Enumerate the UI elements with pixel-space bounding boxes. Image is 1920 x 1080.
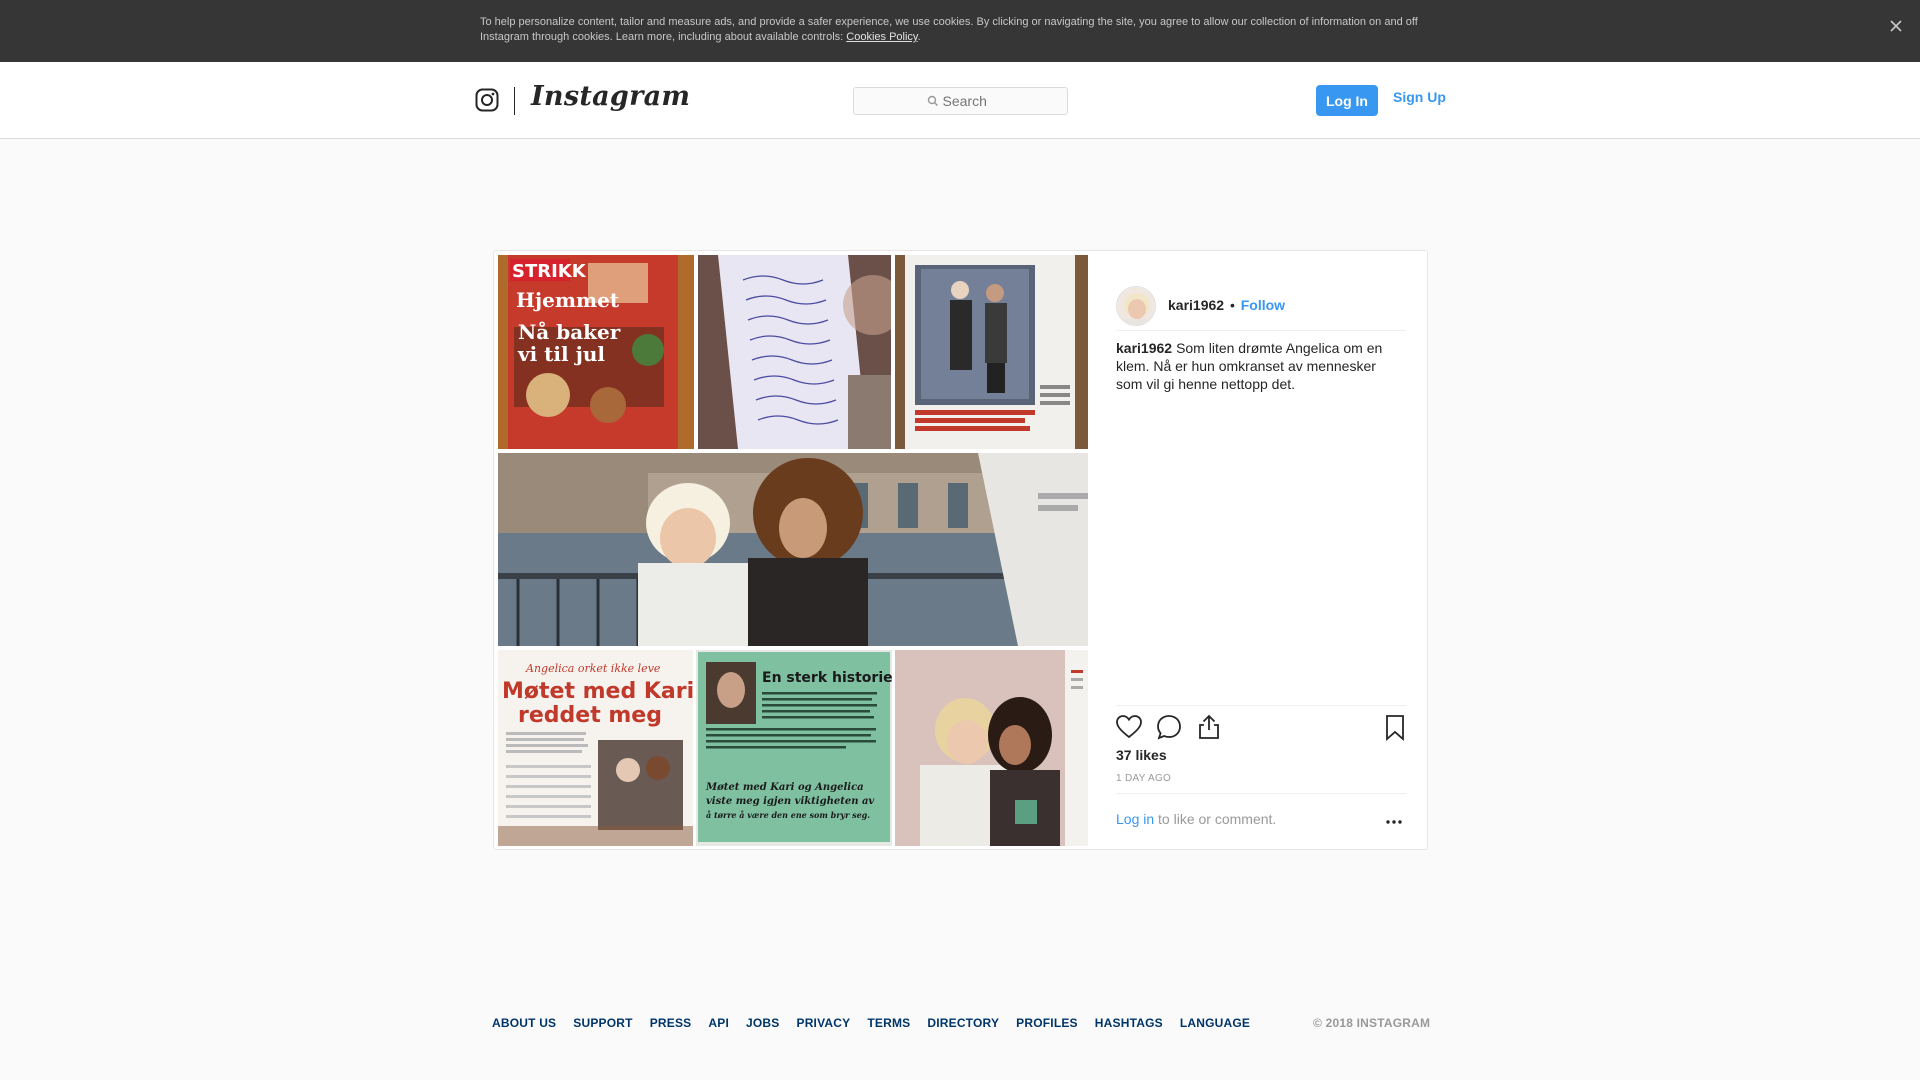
article-headline-photo: Angelica orket ikke leve Møtet med Kari …: [498, 650, 693, 846]
quote-line-1: Møtet med Kari og Angelica: [705, 782, 864, 793]
comment-divider: [1116, 793, 1406, 794]
bookmark-icon[interactable]: [1381, 713, 1409, 741]
avatar[interactable]: [1116, 286, 1156, 326]
post-sidebar: kari1962 • Follow kari1962 Som liten drøm…: [1116, 251, 1406, 851]
comment-icon[interactable]: [1155, 713, 1183, 741]
magazine-spread-photo: [895, 255, 1088, 449]
top-navbar: Instagram Log In Sign Up: [0, 62, 1920, 139]
signup-link[interactable]: Sign Up: [1393, 89, 1446, 105]
footer-link-jobs[interactable]: JOBS: [746, 1016, 779, 1030]
search-icon: [927, 95, 938, 107]
copyright: © 2018 INSTAGRAM: [1313, 1016, 1431, 1030]
heart-icon[interactable]: [1115, 713, 1143, 741]
footer-link-api[interactable]: API: [708, 1016, 729, 1030]
cookies-policy-link[interactable]: Cookies Policy: [846, 31, 917, 43]
magazine-headline-1: Nå baker: [518, 320, 621, 344]
footer-link-press[interactable]: PRESS: [650, 1016, 692, 1030]
more-options-icon[interactable]: [1384, 811, 1404, 831]
handwritten-letter-photo: [698, 255, 891, 449]
article-kicker: Angelica orket ikke leve: [525, 662, 661, 675]
caption-username[interactable]: kari1962: [1116, 340, 1172, 356]
quote-box-photo: En sterk historie Møtet med Kari og Ange…: [696, 650, 892, 846]
footer-link-terms[interactable]: TERMS: [867, 1016, 910, 1030]
instagram-camera-icon[interactable]: [475, 88, 499, 112]
separator-dot: •: [1229, 297, 1235, 313]
login-button[interactable]: Log In: [1316, 85, 1378, 116]
quote-line-3: å tørre å være den ene som bryr seg.: [706, 810, 870, 820]
author-username[interactable]: kari1962: [1168, 297, 1224, 313]
footer-link-about-us[interactable]: ABOUT US: [492, 1016, 556, 1030]
article-title-1: Møtet med Kari: [502, 679, 693, 704]
login-link[interactable]: Log in: [1116, 811, 1154, 827]
magazine-cover-photo: STRIKK Hjemmet Nå baker vi til jul: [498, 255, 694, 449]
login-prompt-text: to like or comment.: [1154, 811, 1277, 827]
women-hugging-photo: [895, 650, 1088, 846]
footer-link-profiles[interactable]: PROFILES: [1016, 1016, 1078, 1030]
login-prompt: Log in to like or comment.: [1116, 811, 1276, 827]
share-icon[interactable]: [1195, 713, 1223, 741]
author-line: kari1962 • Follow: [1168, 297, 1285, 313]
search-box[interactable]: [853, 87, 1068, 115]
follow-button[interactable]: Follow: [1241, 297, 1285, 313]
search-input[interactable]: [942, 93, 995, 109]
actions-divider: [1116, 705, 1406, 706]
post-image-collage[interactable]: STRIKK Hjemmet Nå baker vi til jul Angel…: [498, 255, 1088, 846]
cookie-text: To help personalize content, tailor and …: [480, 15, 1440, 45]
quote-heading: En sterk historie: [762, 670, 892, 686]
footer-link-language[interactable]: LANGUAGE: [1180, 1016, 1250, 1030]
footer-link-support[interactable]: SUPPORT: [573, 1016, 632, 1030]
post-header: kari1962 • Follow: [1116, 267, 1406, 331]
magazine-title: STRIKK: [512, 261, 587, 282]
post-caption: kari1962 Som liten drømte Angelica om en …: [1116, 339, 1406, 393]
logo-divider: [514, 87, 515, 115]
footer-link-hashtags[interactable]: HASHTAGS: [1095, 1016, 1163, 1030]
quote-line-2: viste meg igjen viktigheten av: [706, 796, 874, 807]
post-card: STRIKK Hjemmet Nå baker vi til jul Angel…: [493, 250, 1428, 850]
footer-link-directory[interactable]: DIRECTORY: [927, 1016, 999, 1030]
footer-nav: ABOUT US SUPPORT PRESS API JOBS PRIVACY …: [492, 1016, 1250, 1030]
two-women-photo: [498, 453, 1088, 646]
cookie-period: .: [917, 31, 921, 43]
post-timestamp[interactable]: 1 DAY AGO: [1116, 773, 1171, 784]
article-title-2: reddet meg: [518, 703, 662, 728]
magazine-name: Hjemmet: [516, 288, 620, 312]
close-icon[interactable]: [1886, 16, 1906, 36]
like-count[interactable]: 37 likes: [1116, 747, 1167, 763]
cookie-message: To help personalize content, tailor and …: [480, 16, 1418, 43]
instagram-wordmark[interactable]: Instagram: [531, 81, 690, 112]
footer-link-privacy[interactable]: PRIVACY: [796, 1016, 850, 1030]
cookie-banner: To help personalize content, tailor and …: [0, 0, 1920, 62]
magazine-headline-2: vi til jul: [517, 342, 605, 366]
